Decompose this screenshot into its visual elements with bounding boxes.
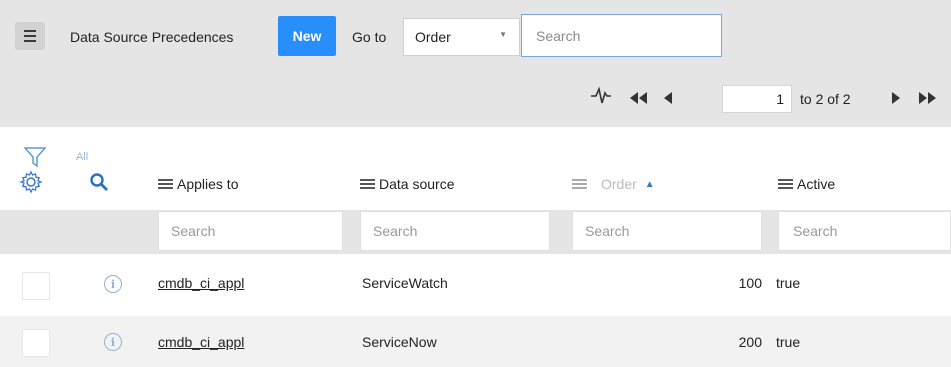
applies-to-link[interactable]: cmdb_ci_appl bbox=[158, 275, 244, 291]
search-icon[interactable] bbox=[89, 172, 109, 192]
goto-selected-value: Order bbox=[415, 29, 451, 45]
activity-icon[interactable] bbox=[590, 84, 612, 106]
column-order-label: Order bbox=[601, 176, 637, 192]
row-checkbox[interactable] bbox=[22, 272, 50, 300]
column-order[interactable]: Order ▲ bbox=[572, 176, 655, 192]
search-placeholder: Search bbox=[793, 223, 838, 239]
data-source-cell: ServiceNow bbox=[362, 334, 437, 350]
table-row: i cmdb_ci_appl ServiceNow 200 true bbox=[0, 316, 951, 367]
sort-ascending-icon: ▲ bbox=[644, 178, 655, 190]
column-header-row: Applies to Data source Order ▲ Active bbox=[0, 168, 951, 210]
column-applies-to[interactable]: Applies to bbox=[158, 176, 238, 192]
row-checkbox[interactable] bbox=[22, 329, 50, 357]
applies-to-search-input[interactable]: Search bbox=[158, 211, 343, 251]
order-cell: 100 bbox=[738, 275, 762, 291]
search-placeholder: Search bbox=[171, 223, 216, 239]
column-applies-to-label: Applies to bbox=[177, 176, 239, 192]
last-page-icon[interactable] bbox=[917, 92, 939, 104]
column-menu-icon[interactable] bbox=[158, 179, 173, 189]
active-cell: true bbox=[776, 334, 801, 350]
first-page-icon[interactable] bbox=[628, 92, 650, 104]
goto-label: Go to bbox=[352, 29, 387, 45]
filter-icon[interactable] bbox=[24, 147, 46, 167]
new-button[interactable]: New bbox=[278, 16, 336, 56]
order-cell: 200 bbox=[738, 334, 762, 350]
next-page-icon[interactable] bbox=[890, 92, 902, 104]
active-cell: true bbox=[776, 275, 801, 291]
page-number-input[interactable]: 1 bbox=[722, 85, 792, 113]
column-active-label: Active bbox=[797, 176, 836, 192]
applies-to-link[interactable]: cmdb_ci_appl bbox=[158, 334, 244, 350]
info-icon[interactable]: i bbox=[104, 275, 122, 293]
gear-icon[interactable] bbox=[19, 170, 43, 194]
info-icon[interactable]: i bbox=[104, 333, 122, 351]
search-placeholder: Search bbox=[373, 223, 418, 239]
column-menu-icon[interactable] bbox=[360, 179, 375, 189]
list-search-placeholder: Search bbox=[536, 27, 581, 44]
prev-page-icon[interactable] bbox=[662, 92, 674, 104]
list-search-input[interactable]: Search bbox=[521, 14, 722, 57]
goto-field-select[interactable]: Order ▼ bbox=[403, 18, 520, 56]
data-source-cell: ServiceWatch bbox=[362, 275, 448, 291]
column-data-source-label: Data source bbox=[379, 176, 455, 192]
active-search-input[interactable]: Search bbox=[778, 211, 951, 251]
column-active[interactable]: Active bbox=[778, 176, 835, 192]
order-search-input[interactable]: Search bbox=[572, 211, 762, 251]
column-menu-icon[interactable] bbox=[778, 179, 793, 189]
breadcrumb-all[interactable]: All bbox=[76, 151, 88, 163]
data-source-search-input[interactable]: Search bbox=[360, 211, 550, 251]
column-menu-icon[interactable] bbox=[572, 179, 587, 189]
menu-icon[interactable] bbox=[15, 22, 45, 50]
chevron-down-icon: ▼ bbox=[499, 30, 507, 39]
filter-breadcrumb-row: All bbox=[0, 145, 951, 169]
column-data-source[interactable]: Data source bbox=[360, 176, 454, 192]
column-search-row: Search Search Search Search bbox=[0, 210, 951, 254]
search-placeholder: Search bbox=[585, 223, 630, 239]
page-range-text: to 2 of 2 bbox=[800, 91, 851, 107]
list-header: Data Source Precedences New Go to Order … bbox=[0, 0, 951, 127]
list-title: Data Source Precedences bbox=[70, 29, 234, 45]
table-row: i cmdb_ci_appl ServiceWatch 100 true bbox=[0, 256, 951, 314]
